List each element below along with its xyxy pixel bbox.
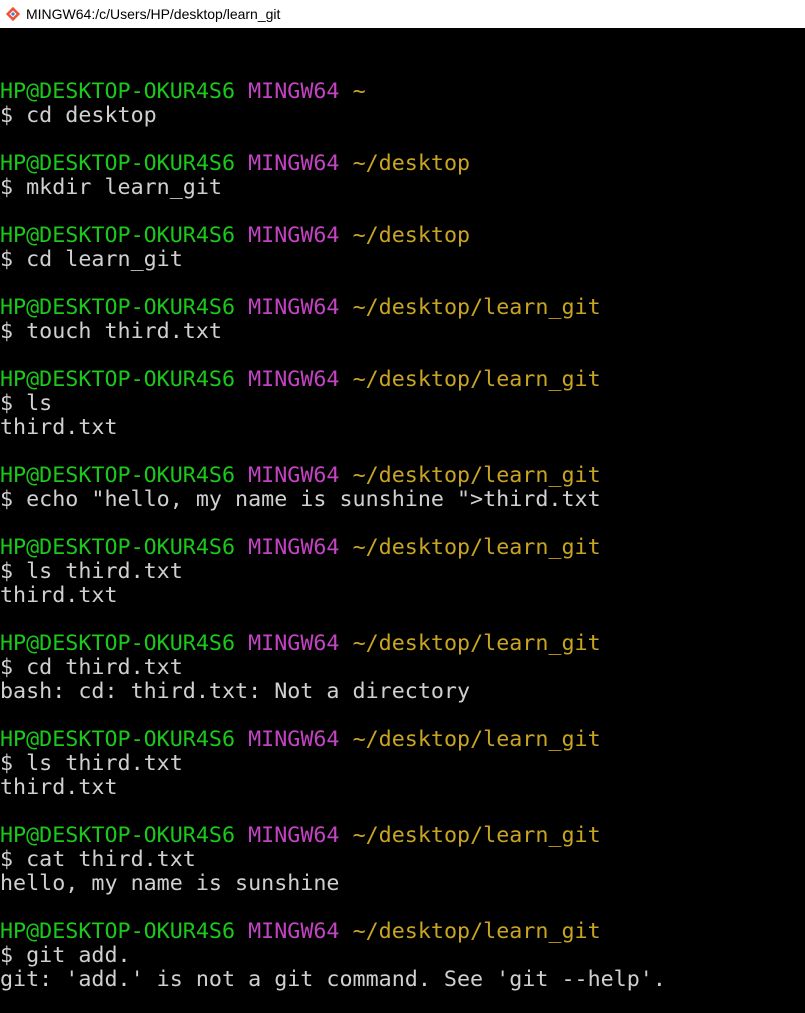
prompt-path: ~/desktop/learn_git [352, 535, 601, 560]
output-line: third.txt [0, 775, 118, 800]
prompt-environment: MINGW64 [248, 367, 340, 392]
prompt-user-host: HP@DESKTOP-OKUR4S6 [0, 919, 236, 944]
prompt-path: ~/desktop/learn_git [352, 823, 601, 848]
command-line: $ touch third.txt [0, 319, 222, 344]
command-line: $ cat third.txt [0, 847, 196, 872]
prompt-path: ~/desktop/learn_git [352, 295, 601, 320]
prompt-line: HP@DESKTOP-OKUR4S6 MINGW64 ~/desktop/lea… [0, 296, 805, 320]
prompt-line: HP@DESKTOP-OKUR4S6 MINGW64 ~/desktop/lea… [0, 728, 805, 752]
prompt-path: ~/desktop [352, 223, 471, 248]
prompt-line: HP@DESKTOP-OKUR4S6 MINGW64 ~/desktop/lea… [0, 824, 805, 848]
terminal-output-area[interactable]: HP@DESKTOP-OKUR4S6 MINGW64 ~ $ cd desktop… [0, 28, 805, 1013]
prompt-path: ~/desktop [352, 151, 471, 176]
prompt-environment: MINGW64 [248, 463, 340, 488]
title-bar[interactable]: MINGW64:/c/Users/HP/desktop/learn_git [0, 0, 805, 28]
prompt-line: HP@DESKTOP-OKUR4S6 MINGW64 ~/desktop/lea… [0, 920, 805, 944]
prompt-user-host: HP@DESKTOP-OKUR4S6 [0, 535, 236, 560]
prompt-environment: MINGW64 [248, 919, 340, 944]
command-line: $ cd third.txt [0, 655, 183, 680]
prompt-user-host: HP@DESKTOP-OKUR4S6 [0, 463, 236, 488]
output-line: third.txt [0, 415, 118, 440]
prompt-line: HP@DESKTOP-OKUR4S6 MINGW64 ~/desktop [0, 152, 805, 176]
prompt-user-host: HP@DESKTOP-OKUR4S6 [0, 631, 236, 656]
prompt-path: ~/desktop/learn_git [352, 367, 601, 392]
prompt-line: HP@DESKTOP-OKUR4S6 MINGW64 ~/desktop [0, 224, 805, 248]
prompt-path: ~/desktop/learn_git [352, 631, 601, 656]
prompt-line: HP@DESKTOP-OKUR4S6 MINGW64 ~ [0, 80, 805, 104]
prompt-user-host: HP@DESKTOP-OKUR4S6 [0, 151, 236, 176]
prompt-user-host: HP@DESKTOP-OKUR4S6 [0, 79, 236, 104]
prompt-user-host: HP@DESKTOP-OKUR4S6 [0, 223, 236, 248]
command-line: $ ls third.txt [0, 751, 183, 776]
command-line: $ ls [0, 391, 53, 416]
prompt-line: HP@DESKTOP-OKUR4S6 MINGW64 ~/desktop/lea… [0, 464, 805, 488]
prompt-line: HP@DESKTOP-OKUR4S6 MINGW64 ~/desktop/lea… [0, 368, 805, 392]
git-bash-icon [4, 5, 22, 23]
prompt-line: HP@DESKTOP-OKUR4S6 MINGW64 ~/desktop/lea… [0, 536, 805, 560]
prompt-path: ~/desktop/learn_git [352, 919, 601, 944]
prompt-environment: MINGW64 [248, 295, 340, 320]
prompt-environment: MINGW64 [248, 535, 340, 560]
prompt-environment: MINGW64 [248, 727, 340, 752]
output-line: third.txt [0, 583, 118, 608]
prompt-user-host: HP@DESKTOP-OKUR4S6 [0, 367, 236, 392]
prompt-line: HP@DESKTOP-OKUR4S6 MINGW64 ~/desktop/lea… [0, 632, 805, 656]
prompt-environment: MINGW64 [248, 79, 340, 104]
prompt-user-host: HP@DESKTOP-OKUR4S6 [0, 727, 236, 752]
command-line: $ git add. [0, 943, 131, 968]
output-line: hello, my name is sunshine [0, 871, 340, 896]
prompt-user-host: HP@DESKTOP-OKUR4S6 [0, 823, 236, 848]
output-line: git: 'add.' is not a git command. See 'g… [0, 967, 666, 992]
prompt-environment: MINGW64 [248, 631, 340, 656]
command-line: $ cd learn_git [0, 247, 183, 272]
prompt-user-host: HP@DESKTOP-OKUR4S6 [0, 295, 236, 320]
output-line: bash: cd: third.txt: Not a directory [0, 679, 471, 704]
prompt-environment: MINGW64 [248, 223, 340, 248]
prompt-path: ~/desktop/learn_git [352, 727, 601, 752]
prompt-path: ~/desktop/learn_git [352, 463, 601, 488]
command-line: $ echo "hello, my name is sunshine ">thi… [0, 487, 601, 512]
prompt-environment: MINGW64 [248, 151, 340, 176]
command-line: $ cd desktop [0, 103, 157, 128]
terminal-window: MINGW64:/c/Users/HP/desktop/learn_git HP… [0, 0, 805, 1013]
command-line: $ mkdir learn_git [0, 175, 222, 200]
prompt-path: ~ [352, 79, 366, 104]
prompt-environment: MINGW64 [248, 823, 340, 848]
window-title: MINGW64:/c/Users/HP/desktop/learn_git [26, 6, 281, 22]
command-line: $ ls third.txt [0, 559, 183, 584]
